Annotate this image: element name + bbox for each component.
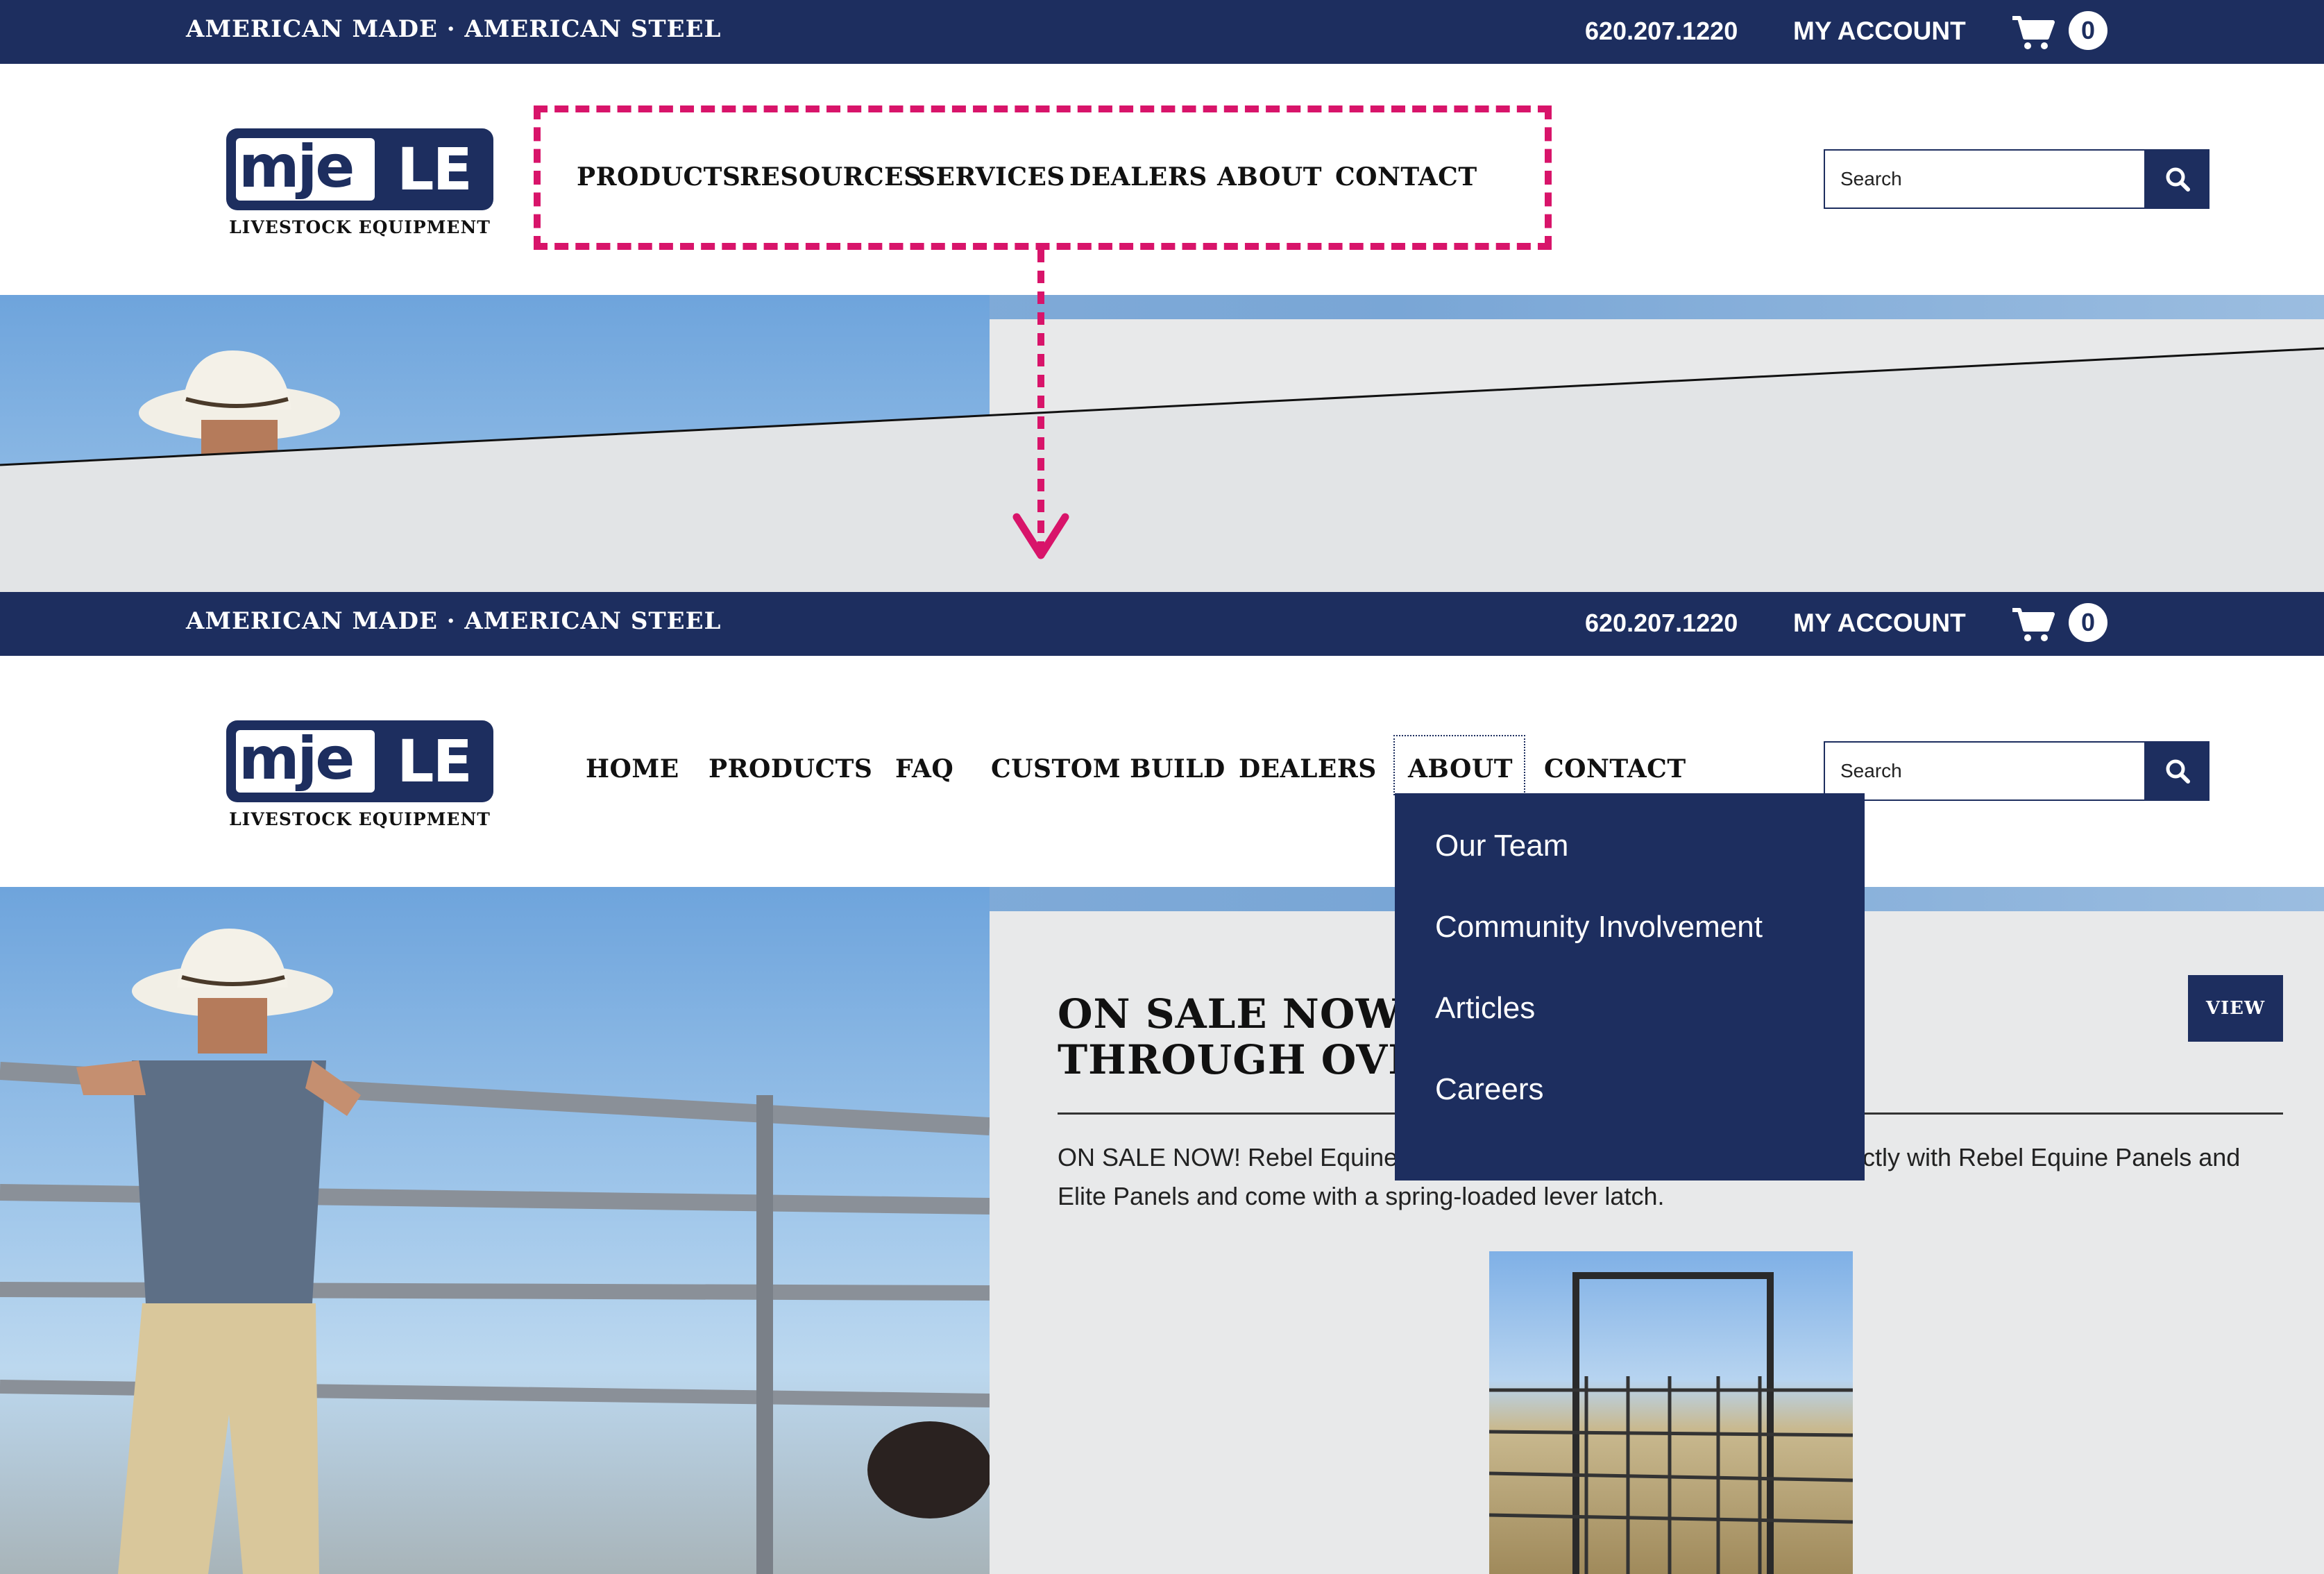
view-button[interactable]: VIEW [2188, 975, 2283, 1042]
tagline: AMERICAN MADE · AMERICAN STEEL [186, 607, 722, 635]
nav-home[interactable]: HOME [586, 754, 679, 784]
promo-text-left: ON SALE NOW! Rebel Equine [1058, 1143, 1398, 1171]
search-button[interactable] [2146, 741, 2210, 801]
nav-dealers[interactable]: DEALERS [1239, 754, 1377, 784]
utility-bar: AMERICAN MADE · AMERICAN STEEL 620.207.1… [0, 592, 2324, 656]
site-logo[interactable]: mje LE LIVESTOCK EQUIPMENT [226, 720, 493, 845]
hero-photo [0, 887, 990, 1574]
site-header: mje LE LIVESTOCK EQUIPMENT HOME PRODUCTS… [0, 656, 2324, 887]
search-input[interactable] [1824, 741, 2146, 801]
promo-text-line2: Elite Panels and come with a spring-load… [1058, 1182, 1665, 1210]
nav-contact[interactable]: CONTACT [1544, 754, 1686, 784]
before-screenshot: AMERICAN MADE · AMERICAN STEEL 620.207.1… [0, 0, 2324, 592]
logo-mje-text: mje [239, 725, 355, 793]
my-account-link[interactable]: MY ACCOUNT [1793, 609, 1966, 638]
arrow-down-icon [1012, 250, 1069, 559]
cut-line [0, 347, 2324, 592]
cart-count-badge: 0 [2069, 603, 2107, 642]
cart-icon[interactable] [2011, 606, 2055, 643]
search-icon [2166, 759, 2190, 784]
nav-products[interactable]: PRODUCTS [709, 754, 872, 784]
phone-link[interactable]: 620.207.1220 [1585, 609, 1738, 638]
logo-subtitle: LIVESTOCK EQUIPMENT [229, 809, 491, 829]
dropdown-item-community-involvement[interactable]: Community Involvement [1395, 892, 1865, 974]
dropdown-item-careers[interactable]: Careers [1395, 1055, 1865, 1136]
about-dropdown-menu: Our Team Community Involvement Articles … [1395, 793, 1865, 1180]
annotation-highlight-box [534, 105, 1552, 250]
dropdown-item-articles[interactable]: Articles [1395, 974, 1865, 1055]
about-hover-outline [1393, 735, 1525, 795]
boy-at-fence-image [0, 929, 990, 1574]
nav-faq[interactable]: FAQ [895, 754, 953, 784]
gate-image [1489, 1272, 1853, 1574]
logo-badge: mje LE [226, 720, 493, 802]
nav-custom-build[interactable]: CUSTOM BUILD [991, 754, 1225, 784]
gate-product-image[interactable] [1489, 1251, 1853, 1574]
search-form [1824, 741, 2210, 801]
logo-le-text: LE [397, 727, 473, 795]
dropdown-item-our-team[interactable]: Our Team [1395, 811, 1865, 892]
promo-text-right: ctly with Rebel Equine Panels and [1863, 1143, 2241, 1171]
